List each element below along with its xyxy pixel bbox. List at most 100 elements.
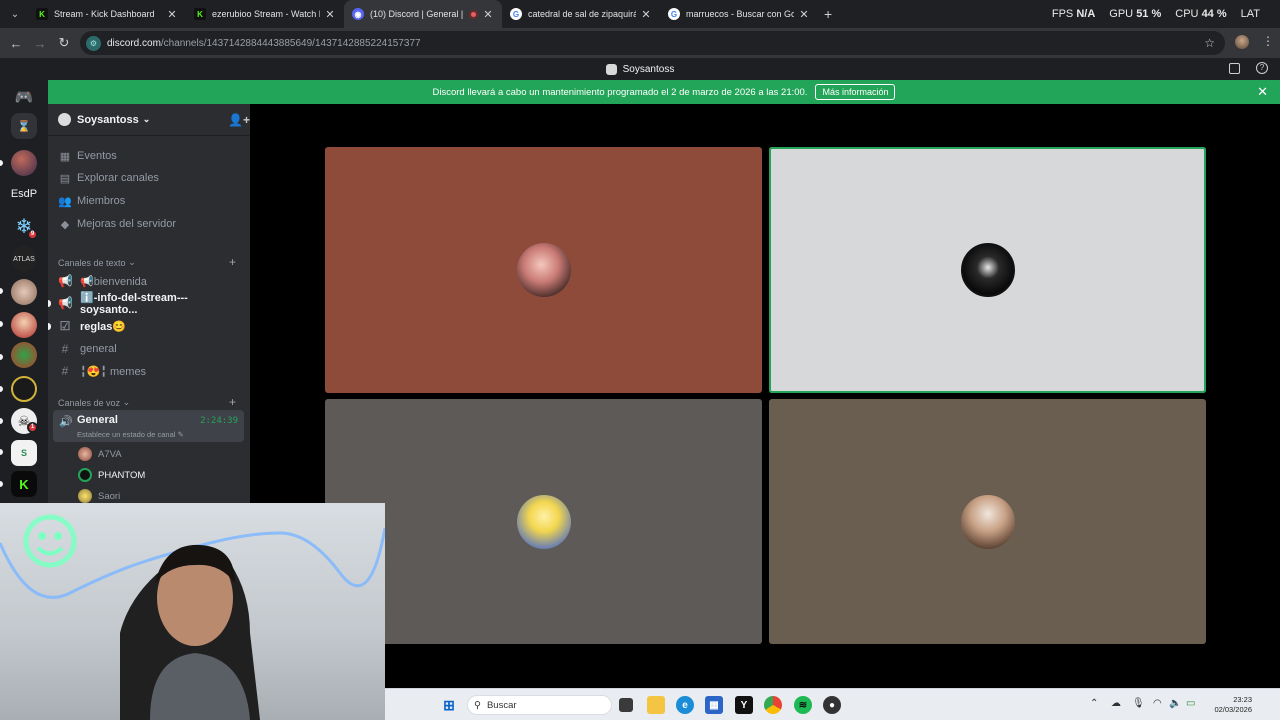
close-icon[interactable]: ✕ (166, 8, 178, 21)
tray-chevron-icon[interactable]: ⌃ (1090, 698, 1098, 709)
reload-icon[interactable]: ↻ (52, 35, 76, 51)
browser-tab[interactable]: G marruecos - Buscar con Google ✕ (660, 0, 818, 28)
menu-server-boosts[interactable]: ◆ Mejoras del servidor (58, 214, 176, 234)
participant-tile[interactable] (325, 147, 762, 393)
voice-user-name: A7VA (98, 448, 122, 460)
close-icon[interactable]: ✕ (324, 8, 336, 21)
tray-app-icon[interactable]: ☁ (1111, 698, 1121, 709)
voice-channel-general[interactable]: 🔊 General Establece un estado de canal ✎… (53, 410, 244, 442)
channel-memes[interactable]: # ╏😍╏ memes (58, 361, 242, 381)
obs-icon[interactable]: ● (823, 696, 841, 714)
participant-tile[interactable] (769, 399, 1206, 644)
kick-icon: K (36, 8, 48, 20)
browser-menu-icon[interactable]: ⋮ (1262, 34, 1274, 48)
new-tab-button[interactable]: + (824, 6, 832, 22)
browser-tab[interactable]: K Stream - Kick Dashboard ✕ (28, 0, 186, 28)
channel-status[interactable]: Establece un estado de canal ✎ (77, 430, 184, 439)
recording-icon (469, 9, 478, 19)
profile-avatar[interactable] (1235, 35, 1249, 49)
menu-explore-channels[interactable]: ▤ Explorar canales (58, 168, 159, 188)
kick-server-icon[interactable]: K (11, 471, 37, 497)
url-text[interactable]: discord.com/channels/1437142884443885649… (107, 38, 421, 49)
members-icon: 👥 (58, 195, 72, 208)
channel-general[interactable]: # general (58, 339, 242, 359)
create-channel-icon[interactable]: + (229, 255, 236, 269)
microphone-icon[interactable]: 🎙 (1132, 698, 1145, 709)
server-icon (605, 63, 617, 75)
close-icon[interactable]: ✕ (798, 8, 810, 21)
discord-home-icon[interactable]: 🎮 (11, 84, 37, 110)
performance-overlay: FPS N/A GPU 51 % CPU 44 % LAT (1052, 0, 1260, 28)
bookmark-star-icon[interactable]: ☆ (1204, 36, 1215, 50)
search-icon: ⚲ (474, 699, 481, 711)
invite-people-icon[interactable]: 👤+ (228, 113, 250, 127)
inbox-icon[interactable] (1229, 63, 1240, 74)
voice-user[interactable]: PHANTOM (78, 466, 145, 484)
spotify-icon[interactable]: ≋ (794, 696, 812, 714)
close-icon[interactable]: ✕ (1257, 84, 1268, 100)
kick-icon: K (194, 8, 206, 20)
voice-user[interactable]: A7VA (78, 445, 122, 463)
url-host: discord.com (107, 37, 161, 49)
server-icon[interactable] (11, 312, 37, 338)
explore-icon: ▤ (59, 172, 71, 185)
wifi-icon[interactable]: ◠ (1153, 698, 1162, 709)
browser-tab-active[interactable]: ◉ (10) Discord | General | Soysantoss ✕ (344, 0, 502, 28)
y-app-icon[interactable]: Y (735, 696, 753, 714)
server-esdp[interactable]: EsdP (6, 188, 42, 200)
channel-bienvenida[interactable]: 📢 📢bienvenida (58, 271, 242, 291)
server-icon[interactable] (11, 150, 37, 176)
atlas-server-icon[interactable]: ATLAS (11, 246, 37, 272)
taskbar-search[interactable]: ⚲ Buscar (467, 695, 612, 715)
battery-icon[interactable]: ▭ (1186, 698, 1195, 709)
speaker-icon: 🔊 (59, 416, 73, 428)
gpu-value: 51 % (1136, 8, 1162, 20)
menu-members[interactable]: 👥 Miembros (58, 191, 125, 211)
pencil-icon: ✎ (177, 430, 184, 439)
voice-user-name: Saori (98, 490, 121, 502)
unread-pill (0, 418, 3, 424)
text-category[interactable]: Canales de texto ⌄ (58, 257, 136, 268)
server-icon[interactable] (11, 376, 37, 402)
browser-tab-strip: ⌄ K Stream - Kick Dashboard ✕ K ezerubio… (0, 0, 1280, 28)
hourglass-icon[interactable]: ⌛ (11, 113, 37, 139)
server-icon[interactable]: S (11, 440, 37, 466)
voice-user[interactable]: Saori (78, 487, 120, 504)
close-icon[interactable]: ✕ (482, 8, 494, 21)
participant-tile[interactable] (325, 399, 762, 644)
back-icon[interactable]: ← (4, 36, 28, 51)
windows-start-icon[interactable]: ⊞ (440, 696, 458, 714)
address-bar[interactable]: ⚙ discord.com/channels/14371428844438856… (80, 31, 1225, 55)
server-header[interactable]: Soysantoss ⌄ 👤+ (48, 104, 250, 136)
browser-tab[interactable]: K ezerubioo Stream - Watch Live ✕ (186, 0, 344, 28)
chevron-down-icon: ⌄ (142, 114, 151, 124)
avatar (960, 243, 1015, 297)
channel-reglas[interactable]: ☑ reglas😊 (58, 316, 242, 336)
screen: ⌄ K Stream - Kick Dashboard ✕ K ezerubio… (0, 0, 1280, 720)
participant-tile-speaking[interactable] (769, 147, 1206, 393)
taskbar-clock[interactable]: 23:23 02/03/2026 (1214, 695, 1252, 715)
mention-badge: 1 (27, 422, 38, 433)
file-explorer-icon[interactable] (647, 696, 665, 714)
menu-events[interactable]: ▦ Eventos (58, 146, 117, 166)
volume-icon[interactable]: 🔈 (1169, 698, 1181, 709)
voice-call-stage (250, 104, 1280, 700)
task-view-icon[interactable] (619, 698, 633, 712)
help-icon[interactable]: ? (1256, 62, 1268, 74)
voice-category[interactable]: Canales de voz ⌄ (58, 397, 130, 408)
chevron-down-icon: ⌄ (128, 257, 136, 267)
server-icon[interactable] (11, 342, 37, 368)
close-icon[interactable]: ✕ (640, 8, 652, 21)
channel-info-del-stream[interactable]: 📢 ℹ️-info-del-stream---soysanto... (58, 292, 242, 316)
tab-search-menu-icon[interactable]: ⌄ (2, 3, 28, 25)
more-info-button[interactable]: Más información (815, 84, 896, 100)
site-info-icon[interactable]: ⚙ (86, 35, 101, 51)
server-icon[interactable] (11, 279, 37, 305)
forward-icon[interactable]: → (28, 36, 52, 51)
create-channel-icon[interactable]: + (229, 395, 236, 409)
edge-icon[interactable]: e (676, 696, 694, 714)
chrome-icon[interactable] (764, 696, 782, 714)
browser-tab[interactable]: G catedral de sal de zipaquirá - Buscar … (502, 0, 660, 28)
channel-name: ╏😍╏ memes (80, 365, 147, 378)
store-icon[interactable]: ▦ (705, 696, 723, 714)
